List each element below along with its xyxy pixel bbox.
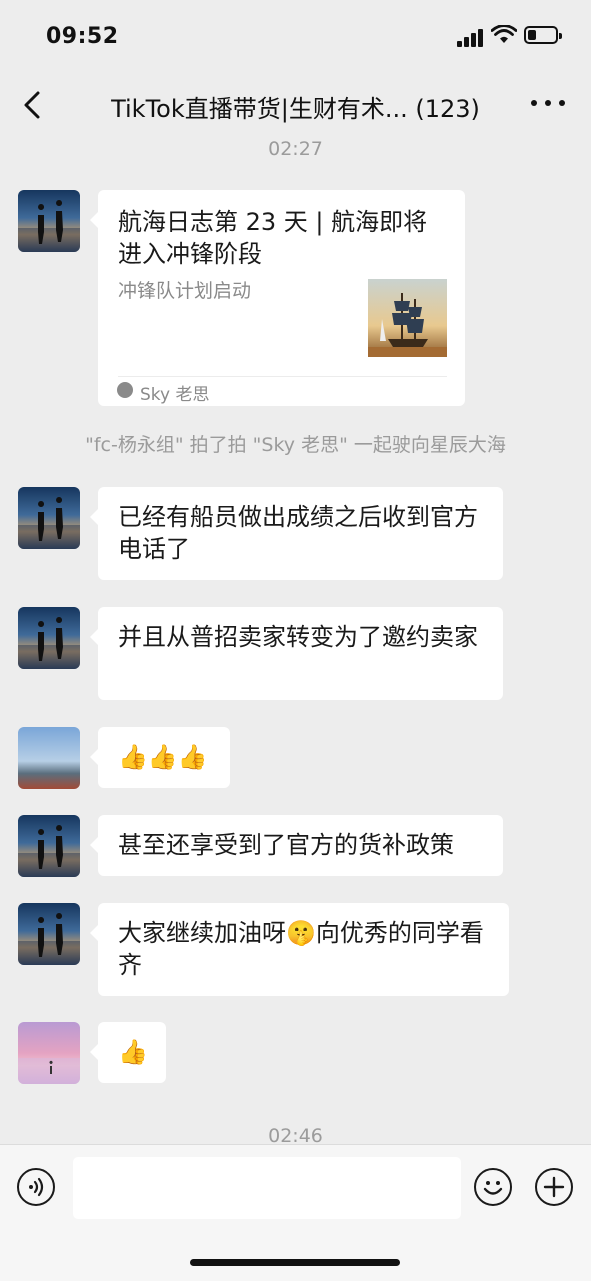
signal-icon <box>457 29 485 47</box>
link-card-source: Sky 老思 <box>140 385 210 405</box>
emoji-icon[interactable] <box>474 1168 512 1206</box>
avatar[interactable] <box>18 727 80 789</box>
message-input[interactable] <box>73 1157 461 1219</box>
more-icon[interactable] <box>531 98 565 108</box>
source-avatar <box>117 382 133 398</box>
avatar[interactable] <box>18 190 80 252</box>
message-bubble[interactable]: 并且从普招卖家转变为了邀约卖家 <box>90 607 503 700</box>
avatar[interactable] <box>18 487 80 549</box>
link-card-title: 航海日志第 23 天 | 航海即将进入冲锋阶段 <box>118 208 428 268</box>
wifi-icon <box>491 25 517 43</box>
avatar[interactable] <box>18 815 80 877</box>
link-card-description: 冲锋队计划启动 <box>118 280 252 302</box>
plus-icon[interactable] <box>535 1168 573 1206</box>
avatar[interactable] <box>18 903 80 965</box>
message-bubble[interactable]: 👍 <box>90 1022 166 1083</box>
voice-icon[interactable] <box>17 1168 55 1206</box>
ship-thumbnail <box>368 279 447 357</box>
home-indicator <box>190 1259 400 1266</box>
message-bubble[interactable]: 大家继续加油呀🤫向优秀的同学看齐 <box>90 903 509 996</box>
system-message: "fc-杨永组" 拍了拍 "Sky 老思" 一起驶向星辰大海 <box>85 434 506 456</box>
message-bubble[interactable]: 甚至还享受到了官方的货补政策 <box>90 815 503 876</box>
chat-header: TikTok直播带货|生财有术... (123) <box>0 72 591 138</box>
link-card[interactable]: 航海日志第 23 天 | 航海即将进入冲锋阶段 冲锋队计划启动 Sky 老思 <box>90 190 465 406</box>
chat-title: TikTok直播带货|生财有术... (123) <box>111 95 480 123</box>
message-bubble[interactable]: 👍👍👍 <box>90 727 230 788</box>
battery-icon <box>524 26 562 44</box>
avatar[interactable] <box>18 1022 80 1084</box>
avatar[interactable] <box>18 607 80 669</box>
status-bar: 09:52 <box>0 0 591 72</box>
status-time: 09:52 <box>46 24 119 49</box>
message-bubble[interactable]: 已经有船员做出成绩之后收到官方电话了 <box>90 487 503 580</box>
timestamp: 02:27 <box>268 138 323 160</box>
